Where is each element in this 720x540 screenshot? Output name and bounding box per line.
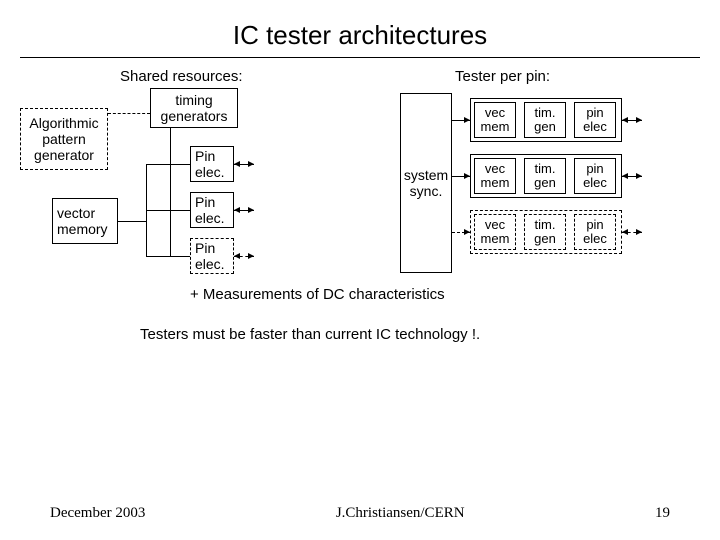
arrow-row2-l bbox=[622, 173, 628, 179]
heading-shared: Shared resources: bbox=[120, 68, 243, 85]
footer-author: J.Christiansen/CERN bbox=[336, 505, 465, 522]
arrow-pin1-r bbox=[248, 161, 254, 167]
arrow-sync-row1 bbox=[464, 117, 470, 123]
arrow-pin2-r bbox=[248, 207, 254, 213]
arrow-row1-r bbox=[636, 117, 642, 123]
arrow-row3-r bbox=[636, 229, 642, 235]
arrow-pin2-l bbox=[234, 207, 240, 213]
conn-alg-to-timing bbox=[108, 113, 150, 114]
arrow-pin1-l bbox=[234, 161, 240, 167]
box-alg-pattern-gen: Algorithmicpatterngenerator bbox=[20, 108, 108, 170]
box-pin-elec-2: Pinelec. bbox=[190, 192, 234, 228]
footer: December 2003 J.Christiansen/CERN 19 bbox=[0, 505, 720, 522]
row2-pinelec: pinelec bbox=[574, 158, 616, 194]
arrow-sync-row3 bbox=[464, 229, 470, 235]
box-pin-elec-1: Pinelec. bbox=[190, 146, 234, 182]
title-underline bbox=[20, 57, 700, 58]
row1-vecmem: vecmem bbox=[474, 102, 516, 138]
row3-pinelec: pinelec bbox=[574, 214, 616, 250]
arrow-row3-l bbox=[622, 229, 628, 235]
note-dc: + Measurements of DC characteristics bbox=[190, 286, 445, 303]
box-timing-gen: timinggenerators bbox=[150, 88, 238, 128]
arrow-pin3-l bbox=[234, 253, 240, 259]
arrow-pin3-r bbox=[248, 253, 254, 259]
heading-tester-per-pin: Tester per pin: bbox=[455, 68, 550, 85]
bus-vec-to-pin1 bbox=[146, 164, 190, 165]
box-system-sync: systemsync. bbox=[400, 93, 452, 273]
note-speed: Testers must be faster than current IC t… bbox=[140, 326, 480, 343]
row2-vecmem: vecmem bbox=[474, 158, 516, 194]
arrow-sync-row2 bbox=[464, 173, 470, 179]
row1-pinelec: pinelec bbox=[574, 102, 616, 138]
footer-page: 19 bbox=[655, 505, 670, 522]
footer-date: December 2003 bbox=[50, 505, 145, 522]
bus-vec-to-pin2 bbox=[146, 210, 190, 211]
page-title: IC tester architectures bbox=[0, 0, 720, 57]
diagram-canvas: Shared resources: Algorithmicpatterngene… bbox=[20, 68, 700, 368]
row3-vecmem: vecmem bbox=[474, 214, 516, 250]
row3-timgen: tim.gen bbox=[524, 214, 566, 250]
bus-vec-to-pin3 bbox=[146, 256, 190, 257]
box-pin-elec-3: Pinelec. bbox=[190, 238, 234, 274]
box-vector-memory: vectormemory bbox=[52, 198, 118, 244]
row2-timgen: tim.gen bbox=[524, 158, 566, 194]
bus-vec-out bbox=[118, 221, 146, 222]
arrow-row1-l bbox=[622, 117, 628, 123]
arrow-row2-r bbox=[636, 173, 642, 179]
row1-timgen: tim.gen bbox=[524, 102, 566, 138]
bus-timing-v bbox=[170, 128, 171, 256]
